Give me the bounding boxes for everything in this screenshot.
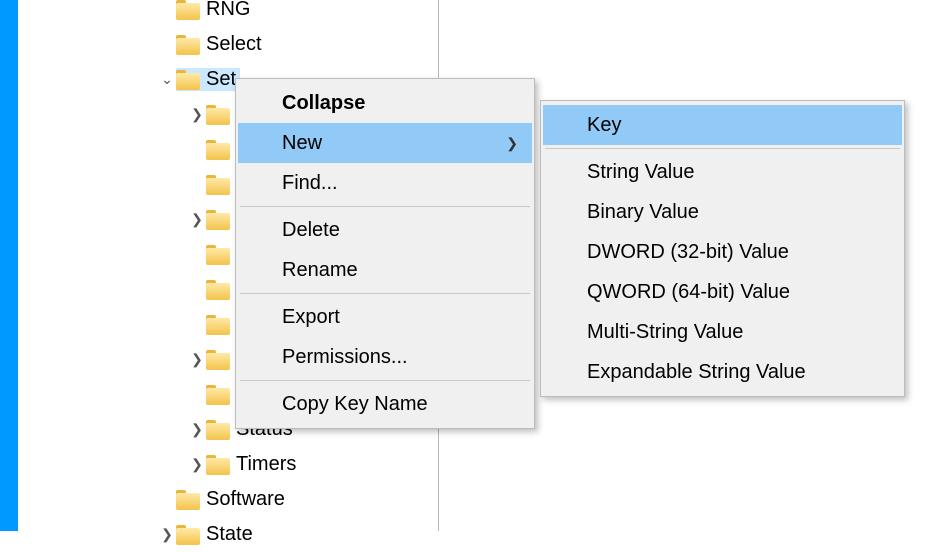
- menu-label: Rename: [282, 259, 358, 282]
- chevron-right-icon[interactable]: ❯: [188, 421, 206, 438]
- submenu-item-dword[interactable]: DWORD (32-bit) Value: [543, 232, 902, 272]
- tree-label: Timers: [236, 453, 296, 476]
- menu-label: Permissions...: [282, 346, 408, 369]
- tree-item-rng[interactable]: ▶ RNG: [18, 0, 438, 27]
- menu-item-collapse[interactable]: Collapse: [238, 83, 532, 123]
- folder-icon: [206, 245, 230, 265]
- context-menu: Collapse New ❯ Find... Delete Rename Exp…: [235, 78, 535, 429]
- folder-icon: [206, 420, 230, 440]
- menu-label: Find...: [282, 172, 338, 195]
- menu-label: Multi-String Value: [587, 321, 743, 344]
- submenu-item-qword[interactable]: QWORD (64-bit) Value: [543, 272, 902, 312]
- submenu-item-string-value[interactable]: String Value: [543, 152, 902, 192]
- expander-none: ▶: [188, 176, 206, 193]
- expander-none: ▶: [158, 491, 176, 508]
- menu-label: Copy Key Name: [282, 393, 428, 416]
- menu-label: New: [282, 132, 322, 155]
- chevron-right-icon[interactable]: ❯: [188, 351, 206, 368]
- submenu-arrow-icon: ❯: [506, 135, 518, 152]
- chevron-right-icon[interactable]: ❯: [188, 456, 206, 473]
- menu-separator: [240, 206, 530, 207]
- expander-none: ▶: [188, 246, 206, 263]
- menu-label: String Value: [587, 161, 694, 184]
- expander-none: ▶: [188, 281, 206, 298]
- tree-item-timers[interactable]: ❯ Timers: [18, 447, 438, 482]
- menu-separator: [545, 148, 900, 149]
- menu-label: Export: [282, 306, 340, 329]
- tree-item-select[interactable]: ▶ Select: [18, 27, 438, 62]
- submenu-item-multi-string[interactable]: Multi-String Value: [543, 312, 902, 352]
- expander-none: ▶: [188, 386, 206, 403]
- menu-item-permissions[interactable]: Permissions...: [238, 337, 532, 377]
- folder-icon: [176, 70, 200, 90]
- chevron-down-icon[interactable]: ⌄: [158, 71, 176, 88]
- expander-none: ▶: [158, 1, 176, 18]
- menu-item-find[interactable]: Find...: [238, 163, 532, 203]
- chevron-right-icon[interactable]: ❯: [188, 106, 206, 123]
- menu-label: Collapse: [282, 92, 365, 115]
- expander-none: ▶: [188, 316, 206, 333]
- tree-label: Software: [206, 488, 285, 511]
- tree-label: RNG: [206, 0, 250, 21]
- menu-label: Expandable String Value: [587, 361, 806, 384]
- chevron-right-icon[interactable]: ❯: [158, 526, 176, 543]
- folder-icon: [206, 350, 230, 370]
- tree-item-state[interactable]: ❯ State: [18, 517, 438, 552]
- menu-label: Key: [587, 114, 621, 137]
- folder-icon: [206, 455, 230, 475]
- menu-label: Delete: [282, 219, 340, 242]
- folder-icon: [206, 140, 230, 160]
- tree-item-software[interactable]: ▶ Software: [18, 482, 438, 517]
- folder-icon: [176, 525, 200, 545]
- folder-icon: [176, 490, 200, 510]
- menu-item-rename[interactable]: Rename: [238, 250, 532, 290]
- folder-icon: [206, 315, 230, 335]
- chevron-right-icon[interactable]: ❯: [188, 211, 206, 228]
- menu-item-export[interactable]: Export: [238, 297, 532, 337]
- folder-icon: [176, 0, 200, 20]
- submenu-item-binary-value[interactable]: Binary Value: [543, 192, 902, 232]
- folder-icon: [206, 385, 230, 405]
- expander-none: ▶: [188, 141, 206, 158]
- menu-item-new[interactable]: New ❯: [238, 123, 532, 163]
- folder-icon: [206, 105, 230, 125]
- folder-icon: [176, 35, 200, 55]
- folder-icon: [206, 280, 230, 300]
- expander-none: ▶: [158, 36, 176, 53]
- menu-item-delete[interactable]: Delete: [238, 210, 532, 250]
- menu-label: DWORD (32-bit) Value: [587, 241, 789, 264]
- folder-icon: [206, 210, 230, 230]
- menu-item-copy-key-name[interactable]: Copy Key Name: [238, 384, 532, 424]
- tree-label: Select: [206, 33, 262, 56]
- new-submenu: Key String Value Binary Value DWORD (32-…: [540, 100, 905, 397]
- menu-separator: [240, 380, 530, 381]
- menu-label: QWORD (64-bit) Value: [587, 281, 790, 304]
- submenu-item-expandable-string[interactable]: Expandable String Value: [543, 352, 902, 392]
- menu-label: Binary Value: [587, 201, 699, 224]
- folder-icon: [206, 175, 230, 195]
- window-selection-strip: [0, 0, 18, 531]
- submenu-item-key[interactable]: Key: [543, 105, 902, 145]
- menu-separator: [240, 293, 530, 294]
- tree-label: State: [206, 523, 253, 546]
